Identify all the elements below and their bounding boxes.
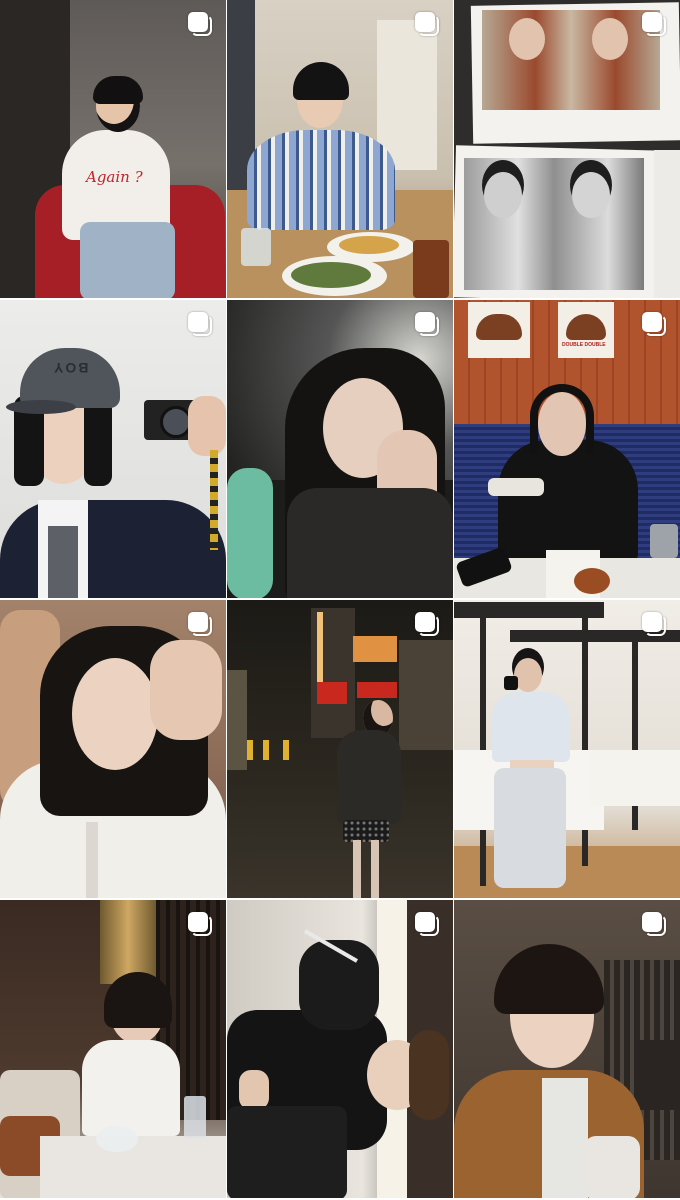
carousel-icon [642,612,668,638]
grid-post-12[interactable] [454,900,680,1200]
grid-post-4[interactable]: BOY [0,300,226,600]
poster-text: DOUBLE DOUBLE [562,342,606,348]
post-photo: DOUBLE DOUBLE [454,300,680,598]
post-photo [454,0,680,298]
grid-post-11[interactable] [227,900,453,1200]
grid-post-3[interactable] [454,0,680,300]
carousel-icon [188,312,214,338]
post-photo [454,600,680,898]
post-photo [454,900,680,1198]
shirt-text: Again ? [86,168,143,186]
carousel-icon [642,12,668,38]
post-photo: Again ? [0,0,226,298]
photo-grid: Again ? BOY DOUBLE DOUBLE [0,0,680,1200]
grid-post-8[interactable] [227,600,453,900]
carousel-icon [188,612,214,638]
carousel-icon [188,12,214,38]
post-photo [227,0,453,298]
grid-post-2[interactable] [227,0,453,300]
post-photo [0,600,226,898]
carousel-icon [415,12,441,38]
carousel-icon [188,912,214,938]
post-photo [227,900,453,1198]
post-photo [0,900,226,1198]
grid-post-5[interactable] [227,300,453,600]
carousel-icon [415,912,441,938]
carousel-icon [415,612,441,638]
grid-post-9[interactable] [454,600,680,900]
cap-text: BOY [52,360,89,376]
carousel-icon [415,312,441,338]
grid-post-10[interactable] [0,900,226,1200]
grid-post-6[interactable]: DOUBLE DOUBLE [454,300,680,600]
carousel-icon [642,912,668,938]
post-photo: BOY [0,300,226,598]
grid-post-1[interactable]: Again ? [0,0,226,300]
carousel-icon [642,312,668,338]
post-photo [227,600,453,898]
post-photo [227,300,453,598]
grid-post-7[interactable] [0,600,226,900]
